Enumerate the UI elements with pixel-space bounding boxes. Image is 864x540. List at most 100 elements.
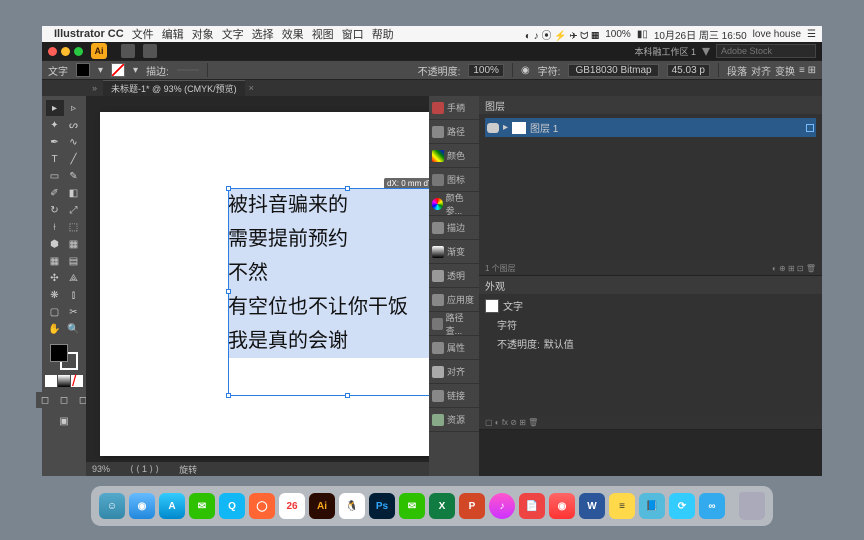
brush-tool[interactable]: ✎ [65, 168, 83, 184]
graph-tool[interactable]: ⫾ [65, 287, 83, 303]
pen-tool[interactable]: ✒ [46, 134, 64, 150]
font-size[interactable]: 45.03 p [667, 64, 710, 77]
resize-handle[interactable] [226, 393, 231, 398]
dock-powerpoint[interactable]: P [459, 493, 485, 519]
doc-tab[interactable]: 未标题-1* @ 93% (CMYK/预览) [103, 80, 245, 96]
status-icons[interactable]: ◐ ♪ ⦿ ⚡ ✈ ᗢ ▦ [525, 27, 599, 42]
dock-illustrator[interactable]: Ai [309, 493, 335, 519]
panel-icon[interactable]: 颜色参... [429, 192, 479, 216]
menu-edit[interactable]: 编辑 [162, 26, 184, 42]
width-tool[interactable]: ⟊ [46, 219, 64, 235]
clock[interactable]: 10月26日 周三 16:50 [654, 27, 747, 42]
curvature-tool[interactable]: ∿ [65, 134, 83, 150]
eraser-tool[interactable]: ◧ [65, 185, 83, 201]
panel-icon[interactable]: 颜色 [429, 144, 479, 168]
expand-icon[interactable]: ▸ [503, 122, 508, 133]
chevron-down-icon[interactable]: ▾ [98, 65, 103, 76]
magic-wand-tool[interactable]: ✦ [46, 117, 64, 133]
menu-file[interactable]: 文件 [132, 26, 154, 42]
panel-icon[interactable]: 透明 [429, 264, 479, 288]
dock-app5[interactable]: ∞ [699, 493, 725, 519]
dock-preview[interactable]: 📄 [519, 493, 545, 519]
layer-row[interactable]: ▸ 图层 1 [485, 118, 816, 137]
eyedropper-tool[interactable]: ✣ [46, 270, 64, 286]
text-line[interactable]: 有空位也不让你干饭 [228, 290, 429, 324]
dock-calendar[interactable]: 26 [279, 493, 305, 519]
zoom-tool[interactable]: 🔍 [65, 321, 83, 337]
dock-safari[interactable]: ◉ [129, 493, 155, 519]
panel-icon[interactable]: 属性 [429, 336, 479, 360]
text-line[interactable]: 我是真的会谢 [228, 324, 429, 358]
visibility-icon[interactable] [487, 123, 499, 133]
expand-icon[interactable]: » [92, 83, 97, 93]
user[interactable]: love house [753, 29, 801, 40]
panel-icon[interactable]: 链接 [429, 384, 479, 408]
appear-swatch[interactable] [485, 299, 499, 313]
menu-help[interactable]: 帮助 [372, 26, 394, 42]
panel-icon[interactable]: 对齐 [429, 360, 479, 384]
tab-align[interactable]: 对齐 [751, 63, 771, 78]
target-icon[interactable] [806, 124, 814, 132]
direct-select-tool[interactable]: ▹ [65, 100, 83, 116]
panel-icon[interactable]: 应用度 [429, 288, 479, 312]
zoom-button[interactable] [74, 47, 83, 56]
font-family[interactable]: GB18030 Bitmap [568, 64, 658, 77]
menu-object[interactable]: 对象 [192, 26, 214, 42]
menu-window[interactable]: 窗口 [342, 26, 364, 42]
dock-itunes[interactable]: ♪ [489, 493, 515, 519]
slice-tool[interactable]: ✂ [65, 304, 83, 320]
align-icons[interactable]: ≡ ⊞ [799, 65, 816, 76]
fill-box[interactable] [50, 344, 68, 362]
appear-op-val[interactable]: 默认值 [544, 336, 574, 351]
panel-icon[interactable]: 渐变 [429, 240, 479, 264]
dock-appstore[interactable]: A [159, 493, 185, 519]
tab-transform[interactable]: 变换 [775, 63, 795, 78]
none-mode[interactable]: / [71, 375, 83, 387]
appear-char[interactable]: 字符 [497, 317, 517, 332]
color-mode[interactable] [45, 375, 57, 387]
panel-icon[interactable]: 图标 [429, 168, 479, 192]
menu-view[interactable]: 视图 [312, 26, 334, 42]
text-line[interactable]: 需要提前预约 [228, 222, 429, 256]
appear-buttons[interactable]: ▢ ◐ fx ⊘ ⊞ 🗑 [485, 418, 538, 427]
dock-qq[interactable]: Q [219, 493, 245, 519]
rotate-tool[interactable]: ↻ [46, 202, 64, 218]
gradient-tool[interactable]: ▤ [65, 253, 83, 269]
dock-app4[interactable]: ⟳ [669, 493, 695, 519]
bridge-icon[interactable] [121, 44, 135, 58]
type-tool[interactable]: T [46, 151, 64, 167]
fill-stroke[interactable] [50, 344, 78, 370]
canvas-area[interactable]: dX: 0 mm dY: -4.86 mm 被抖音骗来的 需要提前预约 不然 有… [86, 96, 429, 476]
selection-tool[interactable]: ▸ [46, 100, 64, 116]
shaper-tool[interactable]: ✐ [46, 185, 64, 201]
chevron-down-icon[interactable]: ▾ [133, 65, 138, 76]
appearance-title[interactable]: 外观 [479, 276, 822, 294]
text-line[interactable]: 被抖音骗来的 [228, 188, 429, 222]
dock-app3[interactable]: 📘 [639, 493, 665, 519]
battery[interactable]: 100% [605, 29, 631, 40]
layer-name[interactable]: 图层 1 [530, 120, 558, 135]
draw-behind[interactable]: ◻ [55, 392, 73, 408]
workspace-select[interactable]: 本科融工作区 1 [634, 45, 696, 58]
layer-buttons[interactable]: ◐ ⊕ ⊞ ⊡ 🗑 [772, 264, 816, 273]
opacity-value[interactable]: 100% [468, 64, 504, 77]
recolor-icon[interactable]: ◉ [521, 65, 530, 76]
dock-word[interactable]: W [579, 493, 605, 519]
symbol-spray-tool[interactable]: ❋ [46, 287, 64, 303]
search-input[interactable] [716, 44, 816, 58]
text-line[interactable]: 不然 [228, 256, 429, 290]
gradient-mode[interactable] [58, 375, 70, 387]
dock-app[interactable]: ◯ [249, 493, 275, 519]
draw-normal[interactable]: ◻ [36, 392, 54, 408]
perspective-tool[interactable]: ▦ [65, 236, 83, 252]
dock-app2[interactable]: ◉ [549, 493, 575, 519]
shape-builder-tool[interactable]: ⬢ [46, 236, 64, 252]
dock-trash[interactable] [739, 492, 765, 520]
dock-photoshop[interactable]: Ps [369, 493, 395, 519]
fill-swatch[interactable] [76, 63, 90, 77]
scale-tool[interactable]: ⤢ [65, 202, 83, 218]
dock-qq2[interactable]: 🐧 [339, 493, 365, 519]
text-block[interactable]: 被抖音骗来的 需要提前预约 不然 有空位也不让你干饭 我是真的会谢 [228, 188, 429, 358]
zoom-level[interactable]: 93% [92, 464, 110, 474]
lasso-tool[interactable]: ᔕ [65, 117, 83, 133]
